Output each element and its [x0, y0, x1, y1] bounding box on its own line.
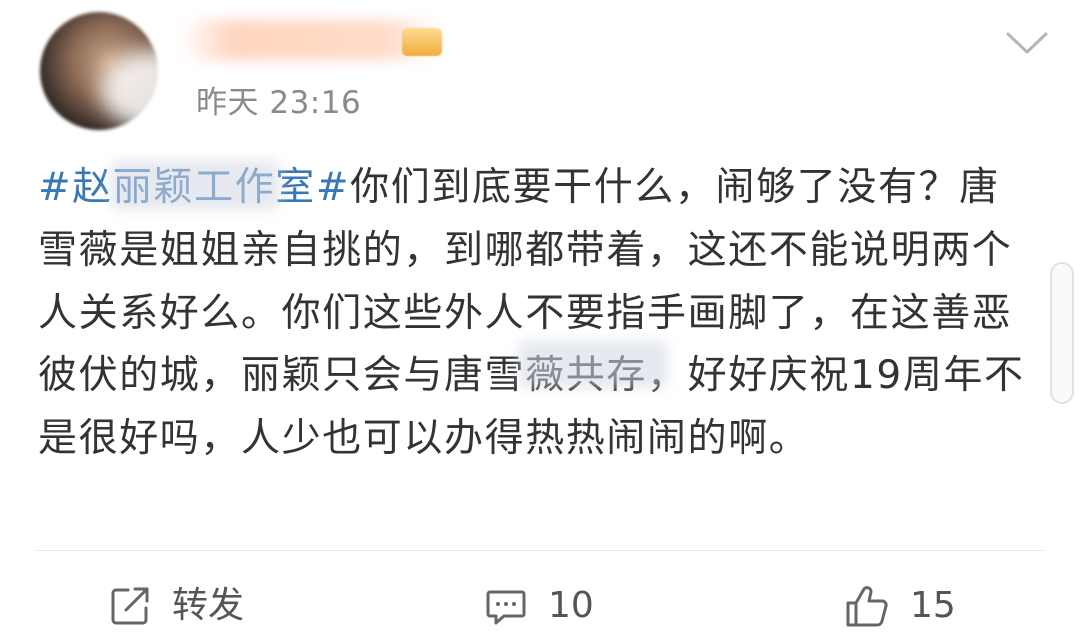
comment-icon	[484, 584, 528, 628]
repost-label: 转发	[172, 585, 245, 626]
privacy-blur	[100, 50, 210, 130]
thumbs-up-icon	[844, 583, 890, 629]
weibo-post-card: 昨天 23:16 #赵丽颖工作室#你们到底要干什么，闹够了没有？唐雪薇是姐姐亲自…	[0, 0, 1080, 644]
post-timestamp: 昨天 23:16	[196, 85, 362, 121]
text-privacy-blur	[518, 340, 668, 388]
vip-badge-icon	[402, 28, 442, 56]
like-count: 15	[910, 585, 956, 626]
repost-button[interactable]: 转发	[108, 576, 244, 636]
share-icon	[108, 584, 152, 628]
chevron-down-icon[interactable]	[1004, 28, 1050, 58]
comment-count: 10	[548, 585, 594, 626]
scrollbar[interactable]	[1050, 262, 1074, 404]
divider	[36, 550, 1044, 551]
comment-button[interactable]: 10	[484, 576, 594, 636]
text-privacy-blur	[110, 160, 280, 210]
like-button[interactable]: 15	[844, 576, 956, 636]
username-blurred[interactable]	[180, 20, 440, 60]
